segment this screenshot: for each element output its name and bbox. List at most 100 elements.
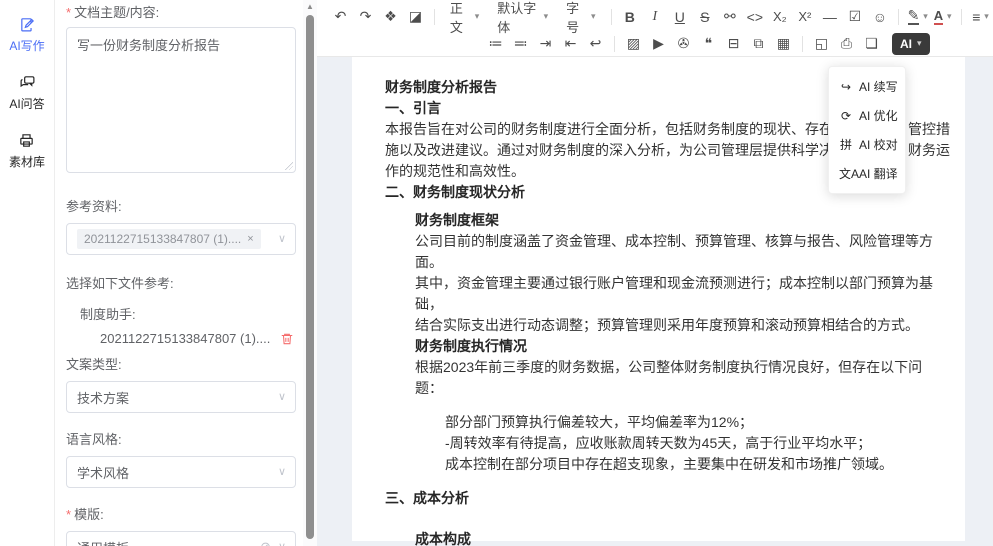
redo-icon[interactable]: ↷ [353, 5, 378, 29]
sidebar-item-ai-qa[interactable]: AI问答 [9, 74, 44, 112]
doc-list-item: 成本控制在部分项目中存在超支现象，主要集中在研发和市场推广领域。 [445, 454, 950, 475]
doc-subsection: 成本构成 公司的成本主要由以下部分构成： [415, 529, 950, 546]
chevron-down-icon: ∨ [278, 465, 286, 478]
doc-subheading: 成本构成 [415, 529, 950, 546]
language-style-select[interactable]: 学术风格 ∨ [66, 456, 296, 488]
align-icon: ≡ [972, 9, 980, 25]
doc-issue-list: 部分部门预算执行偏差较大，平均偏差率为12%； -周转效率有待提高，应收账款周转… [445, 412, 950, 475]
doc-list-item: -周转效率有待提高，应收账款周转天数为45天，高于行业平均水平； [445, 433, 950, 454]
doc-subsection: 财务制度框架 公司目前的制度涵盖了资金管理、成本控制、预算管理、核算与报告、风险… [415, 210, 950, 399]
template-label: *模版: [66, 504, 303, 523]
required-asterisk: * [66, 5, 71, 20]
caret-down-icon: ▾ [984, 11, 989, 22]
file-reference-label: 选择如下文件参考: [66, 273, 303, 292]
sidebar-item-label: AI问答 [9, 95, 44, 112]
ai-tools-button[interactable]: AI▾ [892, 33, 930, 55]
toolbar-row-1: ↶ ↷ ❖ ◪ 正文▾ 默认字体▾ 字号▾ B I U S ⚯ <> X₂ X²… [328, 4, 993, 29]
toolbar-separator [961, 9, 962, 25]
template-select[interactable]: 通用模板 ⊘ ∨ [66, 531, 296, 546]
caret-down-icon: ▾ [917, 38, 922, 49]
doc-paragraph-line: 结合实际支出进行动态调整；预算管理则采用年度预算和滚动预算相结合的方式。 [415, 315, 950, 336]
chevron-down-icon: ∨ [278, 390, 286, 403]
toolbar-row-2: ≔ ≕ ⇥ ⇤ ↩ ▨ ▶ ✇ ❝ ⊟ ⧉ ▦ ◱ ⎙ ❏ AI▾ [483, 31, 930, 56]
format-painter-icon[interactable]: ❖ [378, 5, 403, 29]
editor-toolbar: ↶ ↷ ❖ ◪ 正文▾ 默认字体▾ 字号▾ B I U S ⚯ <> X₂ X²… [317, 0, 993, 57]
circle-slash-icon: ⊘ [260, 539, 271, 546]
italic-icon[interactable]: I [642, 5, 667, 29]
font-size-dropdown[interactable]: 字号▾ [557, 5, 604, 29]
insert-video-icon[interactable]: ▶ [646, 32, 671, 56]
undo-icon[interactable]: ↶ [328, 5, 353, 29]
scroll-up-icon[interactable]: ▲ [303, 2, 317, 11]
paragraph-style-dropdown[interactable]: 正文▾ [441, 5, 488, 29]
insert-table-icon[interactable]: ▦ [771, 32, 796, 56]
topic-label: *文档主题/内容: [66, 2, 303, 21]
reference-select[interactable]: 2021122715133847807 (1).... × ∨ [66, 223, 296, 255]
print-icon[interactable]: ⎙ [834, 32, 859, 56]
font-color-icon: A [934, 8, 943, 25]
required-asterisk: * [66, 507, 71, 522]
underline-icon[interactable]: U [667, 5, 692, 29]
menu-item-ai-continue[interactable]: ↪ AI 续写 [829, 72, 905, 101]
bold-icon[interactable]: B [617, 5, 642, 29]
tag-remove-icon[interactable]: × [247, 233, 253, 245]
insert-image-icon[interactable]: ▨ [621, 32, 646, 56]
caret-down-icon: ▾ [475, 11, 480, 22]
spacer [385, 475, 950, 488]
horizontal-rule-icon[interactable]: — [817, 5, 842, 29]
eraser-icon[interactable]: ◪ [403, 5, 428, 29]
align-dropdown[interactable]: ≡ ▾ [968, 5, 993, 29]
library-icon [18, 132, 35, 149]
inline-code-icon[interactable]: <> [742, 5, 767, 29]
font-color-dropdown[interactable]: A ▾ [930, 5, 955, 29]
reference-label: 参考资料: [66, 196, 303, 215]
emoji-icon[interactable]: ☺ [867, 5, 892, 29]
selected-file-row: 2021122715133847807 (1).... [66, 331, 303, 346]
doc-paragraph-line: 公司目前的制度涵盖了资金管理、成本控制、预算管理、核算与报告、风险管理等方面。 [415, 231, 950, 273]
sidebar-item-ai-writing[interactable]: AI写作 [9, 16, 44, 54]
caret-down-icon: ▾ [923, 11, 928, 22]
reference-file-tag: 2021122715133847807 (1).... × [77, 229, 261, 249]
spacer [385, 509, 950, 529]
code-block-icon[interactable]: ⊟ [721, 32, 746, 56]
write-doc-icon [19, 16, 36, 33]
trash-icon[interactable] [280, 332, 294, 346]
spacer [385, 399, 950, 412]
divider-card-icon[interactable]: ◱ [809, 32, 834, 56]
doc-subheading: 财务制度框架 [415, 210, 950, 231]
toolbar-separator [802, 36, 803, 52]
highlight-pen-dropdown[interactable]: ✎ ▾ [905, 5, 930, 29]
ordered-list-icon[interactable]: ≕ [508, 32, 533, 56]
indent-increase-icon[interactable]: ⇥ [533, 32, 558, 56]
doc-type-select[interactable]: 技术方案 ∨ [66, 381, 296, 413]
font-family-dropdown[interactable]: 默认字体▾ [488, 5, 557, 29]
panel-scrollbar[interactable]: ▲ [303, 0, 317, 546]
doc-heading: 三、成本分析 [385, 488, 950, 509]
caret-down-icon: ▾ [591, 11, 596, 22]
footnote-icon[interactable]: ⧉ [746, 32, 771, 56]
bullet-list-icon[interactable]: ≔ [483, 32, 508, 56]
strikethrough-icon[interactable]: S [692, 5, 717, 29]
writing-form-panel: *文档主题/内容: 写一份财务制度分析报告 参考资料: 202112271513… [56, 0, 303, 546]
sidebar-item-label: AI写作 [9, 37, 44, 54]
chevron-down-icon: ∨ [278, 232, 286, 245]
chat-bubbles-icon [19, 74, 36, 91]
blockquote-icon[interactable]: ❝ [696, 32, 721, 56]
menu-item-ai-optimize[interactable]: ⟳ AI 优化 [829, 101, 905, 130]
fullscreen-icon[interactable]: ❏ [859, 32, 884, 56]
text-wrap-icon[interactable]: ↩ [583, 32, 608, 56]
indent-decrease-icon[interactable]: ⇤ [558, 32, 583, 56]
menu-item-ai-translate[interactable]: 文A AI 翻译 [829, 159, 905, 188]
ai-dropdown-menu: ↪ AI 续写 ⟳ AI 优化 拼 AI 校对 文A AI 翻译 [828, 66, 906, 194]
sidebar-item-material-library[interactable]: 素材库 [9, 132, 45, 170]
doc-subheading: 财务制度执行情况 [415, 336, 950, 357]
topic-input[interactable]: 写一份财务制度分析报告 [66, 27, 296, 173]
attachment-icon[interactable]: ✇ [671, 32, 696, 56]
scrollbar-thumb[interactable] [306, 15, 314, 539]
subscript-icon[interactable]: X₂ [767, 5, 792, 29]
link-icon[interactable]: ⚯ [717, 5, 742, 29]
superscript-icon[interactable]: X² [792, 5, 817, 29]
menu-item-ai-proofread[interactable]: 拼 AI 校对 [829, 130, 905, 159]
task-checkbox-icon[interactable]: ☑ [842, 5, 867, 29]
selected-file-name: 2021122715133847807 (1).... [100, 331, 270, 346]
